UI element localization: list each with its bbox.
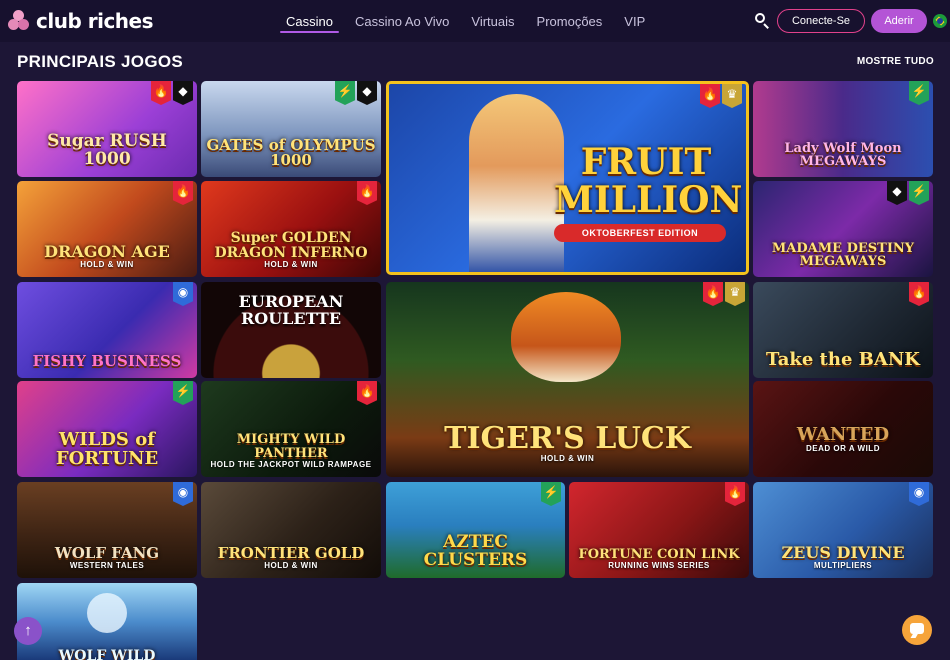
game-tile-fortune-coin-link[interactable]: FORTUNE COIN LINK RUNNING WINS SERIES 🔥 [569, 482, 749, 578]
trophy-icon: ♛ [722, 84, 742, 108]
flame-icon: 🔥 [357, 181, 377, 205]
game-tile-dragon-age[interactable]: DRAGON AGE HOLD & WIN 🔥 [17, 181, 197, 277]
arrow-up-icon: ↑ [24, 622, 32, 639]
game-title-art: Lady Wolf Moon MEGAWAYS [784, 140, 902, 170]
moon-art [87, 593, 127, 633]
flame-icon: 🔥 [909, 282, 929, 306]
brand-name: club riches [36, 9, 154, 33]
game-title-art: Sugar RUSH 1000 [47, 131, 167, 170]
flame-icon: 🔥 [725, 482, 745, 506]
game-tile-tigers-luck[interactable]: TIGER'S LUCK HOLD & WIN 🔥 ♛ [386, 282, 749, 477]
drop-icon: ◉ [909, 482, 929, 506]
game-title-art: TIGER'S LUCK HOLD & WIN [444, 421, 691, 463]
game-tile-sugar-rush-1000[interactable]: Sugar RUSH 1000 🔥 ◆ [17, 81, 197, 177]
game-tile-fruit-million[interactable]: FRUIT MILLION OKTOBERFEST EDITION 🔥 ♛ [386, 81, 749, 275]
drop-icon: ◉ [173, 482, 193, 506]
trophy-icon: ♛ [725, 282, 745, 306]
flame-icon: 🔥 [357, 381, 377, 405]
clover-logo-icon [8, 10, 30, 32]
provider-logo-icon: ◆ [887, 181, 907, 205]
login-button[interactable]: Conecte-Se [777, 9, 865, 33]
game-tile-mighty-wild-panther[interactable]: MIGHTY WILD PANTHER HOLD THE JACKPOT WILD… [201, 381, 381, 477]
game-tile-madame-destiny[interactable]: MADAME DESTINY MEGAWAYS ◆ ⚡ [753, 181, 933, 277]
game-title-art: FRUIT MILLION [554, 141, 743, 222]
game-title-art: WOLF FANG WESTERN TALES [54, 543, 160, 570]
game-tile-lady-wolf-moon[interactable]: Lady Wolf Moon MEGAWAYS ⚡ [753, 81, 933, 177]
tiger-art [511, 292, 621, 382]
game-tile-super-golden-dragon[interactable]: Super GOLDEN DRAGON INFERNO HOLD & WIN 🔥 [201, 181, 381, 277]
game-tile-take-the-bank[interactable]: Take the BANK 🔥 [753, 282, 933, 378]
nav-tab-cassino[interactable]: Cassino [278, 0, 341, 42]
lightning-icon: ⚡ [335, 81, 355, 105]
nav-tab-virtuais[interactable]: Virtuais [463, 0, 522, 42]
game-tile-european-roulette[interactable]: EUROPEAN ROULETTE [201, 282, 381, 378]
lightning-icon: ⚡ [541, 482, 561, 506]
character-art [469, 94, 564, 272]
game-title-art: Super GOLDEN DRAGON INFERNO HOLD & WIN [214, 230, 368, 269]
game-title-art: FORTUNE COIN LINK RUNNING WINS SERIES [578, 546, 740, 570]
lightning-icon: ⚡ [173, 381, 193, 405]
game-tile-wilds-of-fortune[interactable]: WILDS of FORTUNE ⚡ [17, 381, 197, 477]
scroll-to-top-button[interactable]: ↑ [14, 617, 42, 645]
game-title-art: MADAME DESTINY MEGAWAYS [771, 240, 915, 270]
nav-tab-promocoes[interactable]: Promoções [529, 0, 611, 42]
game-title-art: GATES of OLYMPUS 1000 [206, 135, 376, 170]
nav-tab-cassino-ao-vivo[interactable]: Cassino Ao Vivo [347, 0, 457, 42]
brazil-flag-icon[interactable] [933, 14, 947, 28]
game-title-art: ZEUS DIVINE MULTIPLIERS [781, 542, 905, 570]
see-all-link[interactable]: MOSTRE TUDO [857, 56, 934, 67]
game-title-art: WOLF WILD [58, 648, 156, 660]
provider-logo-icon: ◆ [173, 81, 193, 105]
game-tile-fishy-business[interactable]: FISHY BUSINESS ◉ [17, 282, 197, 378]
game-title-art: EUROPEAN ROULETTE [238, 292, 344, 329]
game-tile-frontier-gold[interactable]: FRONTIER GOLD HOLD & WIN [201, 482, 381, 578]
chat-support-button[interactable] [902, 615, 932, 645]
flame-icon: 🔥 [700, 84, 720, 108]
flame-icon: 🔥 [703, 282, 723, 306]
flame-icon: 🔥 [173, 181, 193, 205]
section-title: PRINCIPAIS JOGOS [17, 52, 184, 71]
game-title-art: AZTEC CLUSTERS [423, 532, 528, 571]
game-tile-wanted-dead-or-a-wild[interactable]: WANTED DEAD OR A WILD [753, 381, 933, 477]
game-tile-wolf-wild[interactable]: WOLF WILD [17, 583, 197, 660]
game-title-art: MIGHTY WILD PANTHER HOLD THE JACKPOT WILD… [210, 432, 372, 469]
lightning-icon: ⚡ [909, 181, 929, 205]
search-icon[interactable] [754, 12, 772, 30]
game-tile-aztec-clusters[interactable]: AZTEC CLUSTERS ⚡ [386, 482, 565, 578]
nav-tab-vip[interactable]: VIP [616, 0, 653, 42]
lightning-icon: ⚡ [909, 81, 929, 105]
game-tile-wolf-fang[interactable]: WOLF FANG WESTERN TALES ◉ [17, 482, 197, 578]
top-navigation-bar: club riches Cassino Cassino Ao Vivo Virt… [0, 0, 950, 42]
club-riches-logo[interactable]: club riches [8, 9, 154, 33]
main-nav: Cassino Cassino Ao Vivo Virtuais Promoçõ… [278, 0, 659, 42]
game-title-art: DRAGON AGE HOLD & WIN [44, 241, 170, 269]
game-title-art: WILDS of FORTUNE [55, 429, 159, 470]
flame-icon: 🔥 [151, 81, 171, 105]
game-tile-zeus-divine[interactable]: ZEUS DIVINE MULTIPLIERS ◉ [753, 482, 933, 578]
provider-logo-icon: ◆ [357, 81, 377, 105]
drop-icon: ◉ [173, 282, 193, 306]
edition-banner: OKTOBERFEST EDITION [554, 224, 726, 242]
game-title-art: Take the BANK [766, 349, 920, 371]
game-title-art: FRONTIER GOLD HOLD & WIN [217, 543, 365, 570]
game-title-art: WANTED DEAD OR A WILD [796, 423, 890, 453]
game-title-art: FISHY BUSINESS [32, 352, 182, 371]
game-tile-gates-of-olympus-1000[interactable]: GATES of OLYMPUS 1000 ⚡ ◆ [201, 81, 381, 177]
join-button[interactable]: Aderir [871, 9, 927, 33]
